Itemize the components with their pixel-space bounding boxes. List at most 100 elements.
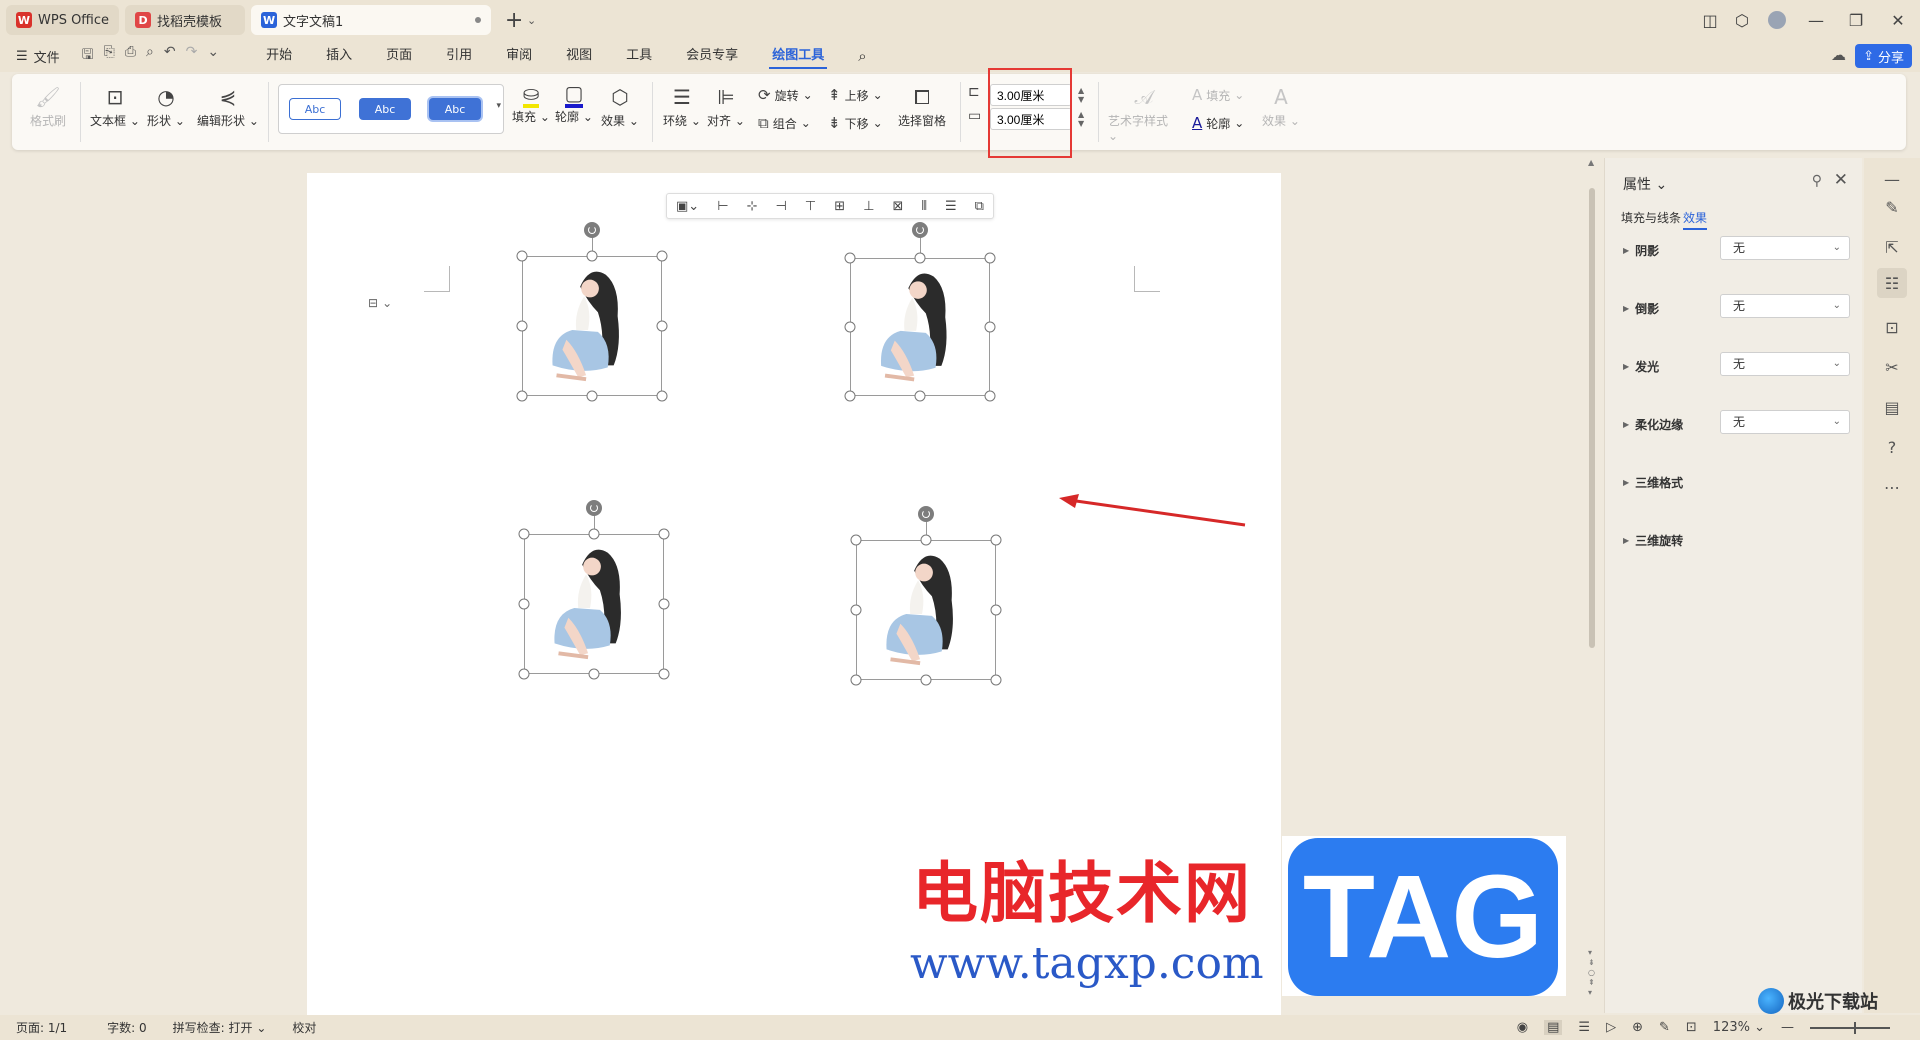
file-menu[interactable]: ☰ 文件 bbox=[16, 47, 60, 66]
rotate-handle[interactable] bbox=[918, 506, 934, 522]
print-icon[interactable]: ⎙ bbox=[125, 44, 136, 68]
resize-handle[interactable] bbox=[518, 668, 530, 680]
rotate-handle[interactable] bbox=[912, 222, 928, 238]
play-icon[interactable]: ▷ bbox=[1606, 1020, 1616, 1035]
outline-button[interactable]: ▢ 轮廓 ⌄ bbox=[554, 81, 594, 125]
export-icon[interactable]: ⎘ bbox=[104, 44, 115, 68]
resize-handle[interactable] bbox=[516, 390, 528, 402]
resize-handle[interactable] bbox=[518, 528, 530, 540]
tab-tools[interactable]: 工具 bbox=[609, 40, 669, 72]
tab-list-chevron-icon[interactable]: ⌄ bbox=[527, 14, 536, 27]
tab-home[interactable]: 开始 bbox=[249, 40, 309, 72]
zoom-out-icon[interactable]: — bbox=[1781, 1020, 1794, 1035]
distribute-horizontal-icon[interactable]: ⫴ bbox=[921, 199, 926, 214]
pin-icon[interactable]: ⚲ bbox=[1812, 173, 1822, 189]
textbox-button[interactable]: ⊡ 文本框 ⌄ bbox=[90, 82, 140, 129]
style-sample-shadow[interactable]: Abc bbox=[429, 98, 481, 120]
shape-button[interactable]: ◔ 形状 ⌄ bbox=[146, 82, 186, 129]
resize-handle[interactable] bbox=[656, 320, 668, 332]
align-top-icon[interactable]: ⊤ bbox=[805, 199, 816, 214]
avatar[interactable] bbox=[1768, 11, 1786, 29]
resize-handle[interactable] bbox=[920, 534, 932, 546]
effect-button[interactable]: ⬡ 效果 ⌄ bbox=[600, 82, 640, 129]
rotate-button[interactable]: ⟳ 旋转 ⌄ bbox=[758, 86, 813, 104]
page-view-icon[interactable]: ▤ bbox=[1544, 1020, 1563, 1035]
scroll-up-icon[interactable]: ▲ bbox=[1588, 158, 1594, 167]
picture-shape[interactable] bbox=[850, 258, 990, 396]
word-count[interactable]: 字数: 0 bbox=[107, 1019, 147, 1036]
cube-icon[interactable]: ⬡ bbox=[1726, 11, 1758, 30]
close-icon[interactable]: ✕ bbox=[1834, 170, 1848, 190]
rotate-handle[interactable] bbox=[584, 222, 600, 238]
resize-handle[interactable] bbox=[518, 598, 530, 610]
resize-handle[interactable] bbox=[658, 528, 670, 540]
redo-icon[interactable]: ↷ bbox=[186, 44, 198, 68]
zoom-knob[interactable] bbox=[1854, 1021, 1856, 1034]
fill-button[interactable]: ⛀ 填充 ⌄ bbox=[512, 81, 550, 125]
width-spinner[interactable]: ▲ ▼ bbox=[1078, 110, 1084, 128]
gallery-expand-icon[interactable]: ▾ bbox=[496, 101, 501, 111]
page-indicator[interactable]: 页面: 1/1 bbox=[16, 1019, 67, 1036]
resize-handle[interactable] bbox=[658, 598, 670, 610]
tab-insert[interactable]: 插入 bbox=[309, 40, 369, 72]
select-icon[interactable]: ▣⌄ bbox=[676, 199, 699, 214]
more-chevron-icon[interactable]: ⌄ bbox=[207, 44, 219, 68]
share-button[interactable]: ⇪ 分享 bbox=[1855, 44, 1912, 68]
art-text-style-button[interactable]: 𝒜 艺术字样式 ⌄ bbox=[1108, 82, 1180, 143]
text-fill-button[interactable]: A 填充 ⌄ bbox=[1192, 86, 1244, 104]
prop-3d-rotation[interactable]: ▶ 三维旋转 bbox=[1623, 532, 1683, 549]
panel-title[interactable]: 属性 ⌄ bbox=[1623, 174, 1667, 194]
pen-icon[interactable]: ✎ bbox=[1881, 196, 1903, 218]
text-effect-button[interactable]: A 效果 ⌄ bbox=[1258, 82, 1304, 129]
resize-handle[interactable] bbox=[920, 674, 932, 686]
resize-handle[interactable] bbox=[990, 534, 1002, 546]
wrap-button[interactable]: ☰ 环绕 ⌄ bbox=[662, 82, 702, 129]
align-left-icon[interactable]: ⊢ bbox=[717, 199, 728, 214]
resize-handle[interactable] bbox=[914, 252, 926, 264]
select-arrow-icon[interactable]: ⇱ bbox=[1881, 236, 1903, 258]
page-nav-icons[interactable]: ▾ ⇟ ○ ⇞ ▾ bbox=[1588, 948, 1595, 998]
edit-shape-button[interactable]: ⋞ 编辑形状 ⌄ bbox=[196, 82, 260, 129]
scroll-thumb[interactable] bbox=[1589, 188, 1595, 648]
text-outline-button[interactable]: A 轮廓 ⌄ bbox=[1192, 114, 1244, 132]
resize-handle[interactable] bbox=[844, 252, 856, 264]
resize-handle[interactable] bbox=[656, 390, 668, 402]
picture-shape[interactable] bbox=[524, 534, 664, 674]
web-view-icon[interactable]: ⊕ bbox=[1632, 1020, 1643, 1035]
style-sample-outline[interactable]: Abc bbox=[289, 98, 341, 120]
outline-view-icon[interactable]: ☰ bbox=[1578, 1020, 1590, 1035]
spell-check[interactable]: 拼写检查: 打开 ⌄ bbox=[173, 1019, 267, 1036]
prop-glow[interactable]: ▶ 发光 bbox=[1623, 358, 1659, 375]
zoom-slider[interactable] bbox=[1810, 1021, 1890, 1034]
height-spinner[interactable]: ▲ ▼ bbox=[1078, 86, 1084, 104]
collapse-icon[interactable]: — bbox=[1881, 168, 1903, 190]
prop-3d-format[interactable]: ▶ 三维格式 bbox=[1623, 474, 1683, 491]
resize-handle[interactable] bbox=[516, 320, 528, 332]
resize-handle[interactable] bbox=[844, 321, 856, 333]
resize-handle[interactable] bbox=[588, 528, 600, 540]
rotate-handle[interactable] bbox=[586, 500, 602, 516]
prop-reflection[interactable]: ▶ 倒影 bbox=[1623, 300, 1659, 317]
resize-handle[interactable] bbox=[990, 674, 1002, 686]
tab-review[interactable]: 审阅 bbox=[489, 40, 549, 72]
layout-options-button[interactable]: ⊟ ⌄ bbox=[368, 293, 404, 313]
resize-handle[interactable] bbox=[850, 534, 862, 546]
cloud-icon[interactable]: ☁ bbox=[1831, 46, 1846, 64]
resize-handle[interactable] bbox=[588, 668, 600, 680]
pen-mode-icon[interactable]: ✎ bbox=[1659, 1020, 1670, 1035]
tab-docer[interactable]: D 找稻壳模板 bbox=[125, 5, 246, 35]
tab-drawing-tools[interactable]: 绘图工具 bbox=[755, 40, 841, 72]
tab-view[interactable]: 视图 bbox=[549, 40, 609, 72]
tab-document[interactable]: W 文字文稿1 bbox=[251, 5, 492, 35]
style-sample-filled[interactable]: Abc bbox=[359, 98, 411, 120]
resize-handle[interactable] bbox=[850, 674, 862, 686]
tab-fill-line[interactable]: 填充与线条 bbox=[1621, 209, 1681, 226]
minimize-icon[interactable]: — bbox=[1796, 11, 1836, 30]
tab-references[interactable]: 引用 bbox=[429, 40, 489, 72]
close-icon[interactable]: ✕ bbox=[1876, 11, 1920, 30]
tab-page[interactable]: 页面 bbox=[369, 40, 429, 72]
fit-icon[interactable]: ⊡ bbox=[1686, 1020, 1697, 1035]
align-center-icon[interactable]: ⊹ bbox=[747, 199, 758, 214]
undo-icon[interactable]: ↶ bbox=[164, 44, 176, 68]
save-icon[interactable]: 🖫 bbox=[82, 44, 94, 68]
